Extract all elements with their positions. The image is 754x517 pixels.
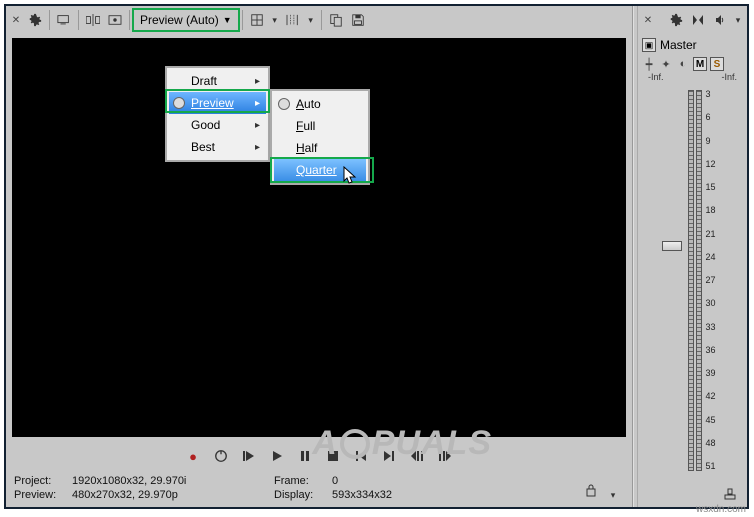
resolution-item-quarter[interactable]: Quarter bbox=[274, 159, 366, 181]
preview-quality-dropdown[interactable]: Preview (Auto) ▼ bbox=[133, 9, 239, 31]
overlays-dropdown-icon[interactable]: ▾ bbox=[268, 15, 282, 26]
lock-aspect-icon[interactable] bbox=[580, 479, 602, 501]
close-icon[interactable]: ✕ bbox=[640, 12, 656, 28]
properties-icon[interactable] bbox=[24, 9, 46, 31]
quality-item-draft[interactable]: Draft▸ bbox=[169, 70, 266, 92]
record-button[interactable]: ● bbox=[182, 445, 204, 467]
downmix-icon[interactable] bbox=[687, 9, 709, 31]
preview-quality-label: Preview (Auto) bbox=[140, 13, 219, 27]
expand-mixer-icon[interactable] bbox=[719, 483, 741, 505]
safe-areas-dropdown-icon[interactable]: ▾ bbox=[304, 15, 318, 26]
mute-button[interactable]: M bbox=[693, 57, 707, 71]
split-preview-icon[interactable] bbox=[82, 9, 104, 31]
preview-value: 480x270x32, 29.970p bbox=[72, 489, 178, 501]
fx-bypass-icon[interactable] bbox=[104, 9, 126, 31]
frame-label: Frame: bbox=[274, 475, 332, 487]
preview-toolbar: ✕ Preview (Auto) ▼ bbox=[6, 6, 632, 34]
frame-value: 0 bbox=[332, 475, 338, 487]
resolution-item-half[interactable]: Half bbox=[274, 137, 366, 159]
save-snapshot-icon[interactable] bbox=[347, 9, 369, 31]
automation-icon[interactable]: ✦ bbox=[659, 57, 673, 71]
display-label: Display: bbox=[274, 489, 332, 501]
play-button[interactable] bbox=[266, 445, 288, 467]
dim-output-icon[interactable] bbox=[709, 9, 731, 31]
play-start-button[interactable] bbox=[238, 445, 260, 467]
source-watermark: wsxdn.com bbox=[696, 504, 746, 515]
meter-scale: 3 6 9 12 15 18 21 24 27 30 33 36 39 42 bbox=[703, 86, 717, 475]
preview-label: Preview: bbox=[14, 489, 72, 501]
quality-menu: Draft▸ Preview▸ Good▸ Best▸ bbox=[165, 66, 270, 162]
caret-down-icon: ▼ bbox=[223, 15, 232, 25]
master-meter: 3 6 9 12 15 18 21 24 27 30 33 36 39 42 bbox=[638, 82, 747, 481]
meter-left-readout: -Inf. bbox=[648, 72, 664, 82]
meter-bar-right bbox=[696, 90, 702, 471]
mixer-properties-icon[interactable] bbox=[665, 9, 687, 31]
status-bar: Project:1920x1080x32, 29.970i Preview:48… bbox=[6, 473, 632, 507]
meter-right-readout: -Inf. bbox=[721, 72, 737, 82]
lock-dropdown-icon[interactable]: ▾ bbox=[606, 490, 620, 501]
project-label: Project: bbox=[14, 475, 72, 487]
quality-item-good[interactable]: Good▸ bbox=[169, 114, 266, 136]
quality-item-best[interactable]: Best▸ bbox=[169, 136, 266, 158]
resolution-menu: Auto Full Half Quarter bbox=[270, 89, 370, 185]
close-icon[interactable]: ✕ bbox=[8, 12, 24, 28]
meter-bar-left bbox=[688, 90, 694, 471]
external-monitor-icon[interactable] bbox=[53, 9, 75, 31]
bus-send-icon[interactable]: ◐ bbox=[676, 57, 690, 71]
fader-thumb[interactable] bbox=[662, 241, 682, 251]
resolution-item-auto[interactable]: Auto bbox=[274, 93, 366, 115]
overlays-icon[interactable] bbox=[246, 9, 268, 31]
project-value: 1920x1080x32, 29.970i bbox=[72, 475, 186, 487]
master-title: Master bbox=[660, 38, 697, 52]
master-bus-icon: ▣ bbox=[642, 38, 656, 52]
watermark: APUALS bbox=[312, 424, 492, 463]
loop-button[interactable] bbox=[210, 445, 232, 467]
insert-fx-icon[interactable]: ┿ bbox=[642, 57, 656, 71]
solo-button[interactable]: S bbox=[710, 57, 724, 71]
resolution-item-full[interactable]: Full bbox=[274, 115, 366, 137]
master-toolbar: ✕ ▾ bbox=[638, 6, 747, 34]
quality-item-preview[interactable]: Preview▸ bbox=[169, 92, 266, 114]
safe-areas-icon[interactable] bbox=[282, 9, 304, 31]
output-dropdown-icon[interactable]: ▾ bbox=[731, 15, 745, 26]
master-title-row: ▣ Master bbox=[638, 34, 747, 56]
copy-snapshot-icon[interactable] bbox=[325, 9, 347, 31]
display-value: 593x334x32 bbox=[332, 489, 392, 501]
